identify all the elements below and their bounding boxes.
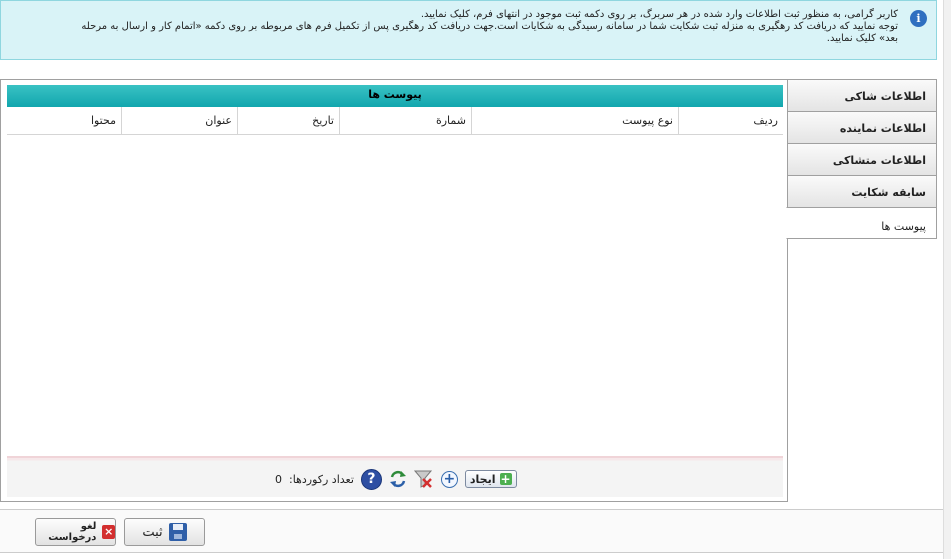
vertical-scrollbar[interactable] [943,0,951,559]
tab-strip: اطلاعات شاکی اطلاعات نماینده اطلاعات متش… [786,79,937,239]
column-header-date[interactable]: تاریخ [237,107,339,134]
info-line-3: بعد» کلیک نمایید. [826,33,898,44]
column-header-attachment-type[interactable]: نوع پیوست [471,107,678,134]
column-header-content[interactable]: محتوا [7,107,121,134]
add-icon: + [499,472,512,486]
column-header-title[interactable]: عنوان [121,107,237,134]
save-button-label: ثبت [142,524,163,540]
info-icon: i [910,10,927,27]
clear-filter-icon[interactable] [413,470,434,488]
save-button[interactable]: ثبت [124,518,205,546]
tab-representative-info[interactable]: اطلاعات نماینده [787,111,937,143]
grid-title: پیوست ها [7,85,783,107]
floppy-disk-icon [168,523,187,541]
info-text: کاربر گرامی، به منظور ثبت اطلاعات وارد ش… [9,9,898,45]
info-line-2: توجه نمایید که دریافت کد رهگیری به منزله… [81,21,898,32]
info-notice: i کاربر گرامی، به منظور ثبت اطلاعات وارد… [0,0,937,60]
cancel-request-button[interactable]: × لغو درخواست [35,518,116,546]
column-header-number[interactable]: شمارة [339,107,471,134]
tab-attachments[interactable]: پیوست ها [786,207,937,239]
action-bar: ثبت × لغو درخواست [0,509,943,553]
grid-header: ردیف نوع پیوست شمارة تاریخ عنوان محتوا [7,107,783,135]
create-button[interactable]: ایجاد + [464,470,517,488]
column-header-row[interactable]: ردیف [678,107,783,134]
create-button-label: ایجاد [469,472,496,486]
grid-body [7,136,783,456]
refresh-icon[interactable] [389,470,407,488]
tab-complainant-info[interactable]: اطلاعات شاکی [787,79,937,111]
cancel-button-label: لغو درخواست [48,521,97,543]
grid-footer: 0 تعداد رکوردها: ? + ایجاد + [7,456,783,497]
close-icon: × [102,525,115,539]
attachments-panel: پیوست ها ردیف نوع پیوست شمارة تاریخ عنوا… [0,79,788,502]
record-count-label: تعداد رکوردها: [289,472,354,486]
help-icon[interactable]: ? [360,468,382,490]
tab-complaint-history[interactable]: سابقه شکایت [787,175,937,207]
tab-respondent-info[interactable]: اطلاعات متشاکی [787,143,937,175]
info-line-1: کاربر گرامی، به منظور ثبت اطلاعات وارد ش… [420,9,898,20]
record-count: 0 [275,472,282,486]
add-circle-icon[interactable]: + [440,470,458,488]
